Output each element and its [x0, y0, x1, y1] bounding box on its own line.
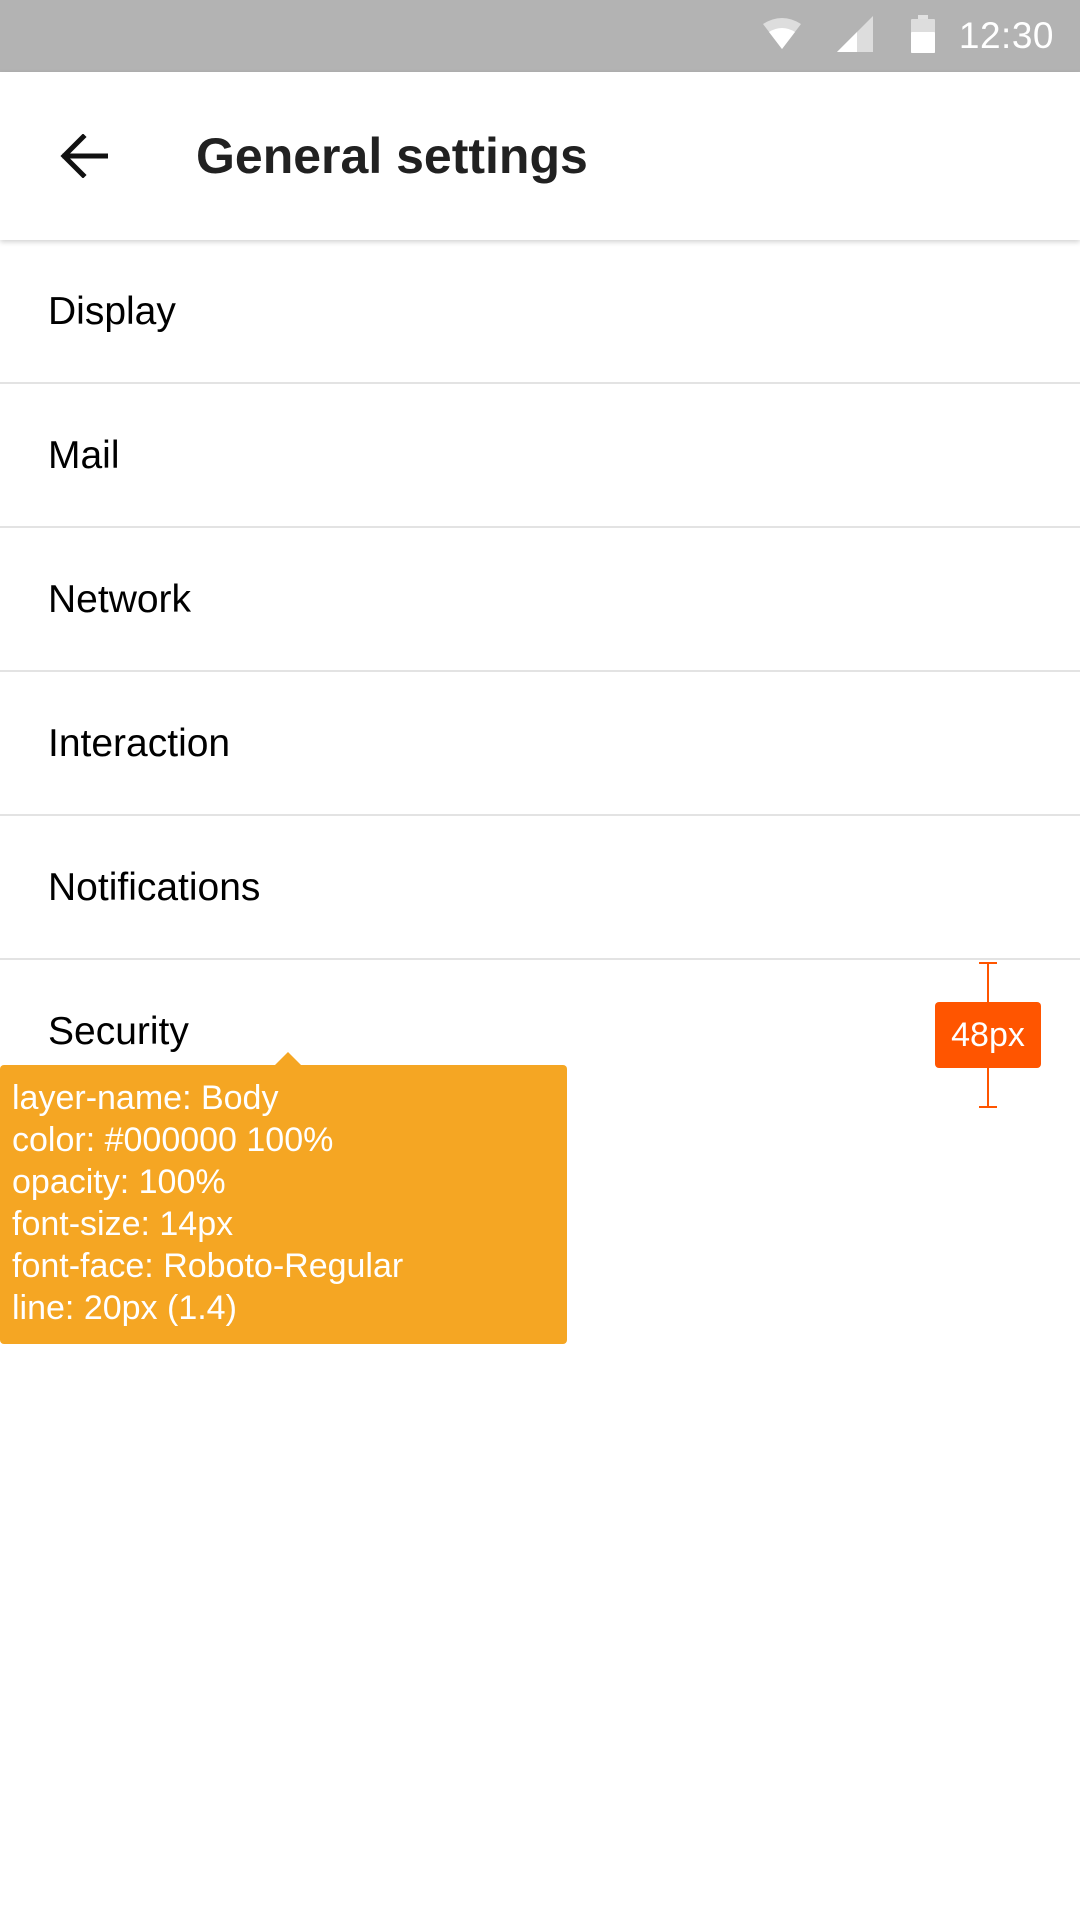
- settings-item-interaction[interactable]: Interaction: [0, 672, 1080, 816]
- settings-item-label: Interaction: [48, 722, 231, 765]
- page-title: General settings: [196, 128, 588, 184]
- measure-badge: 48px: [935, 1002, 1041, 1068]
- spec-line-font-size: font-size: 14px: [12, 1205, 234, 1243]
- spec-tooltip: layer-name: Body color: #000000 100% opa…: [0, 1065, 567, 1344]
- spec-line-color: color: #000000 100%: [12, 1121, 334, 1159]
- settings-item-notifications[interactable]: Notifications: [0, 816, 1080, 960]
- spec-line-font-face: font-face: Roboto-Regular: [12, 1247, 404, 1285]
- status-icons: 12:30: [762, 0, 1054, 72]
- measure-cap-bottom: [979, 1106, 997, 1108]
- settings-list: Display Mail Network Interaction Notific…: [0, 240, 1080, 1104]
- signal-icon: [836, 15, 873, 57]
- arrow-left-icon: [60, 134, 108, 178]
- settings-item-label: Network: [48, 578, 192, 621]
- settings-item-network[interactable]: Network: [0, 528, 1080, 672]
- status-bar: 12:30: [0, 0, 1080, 72]
- spec-line-layer-name: layer-name: Body: [12, 1079, 279, 1117]
- settings-item-display[interactable]: Display: [0, 240, 1080, 384]
- wifi-icon: [762, 17, 801, 55]
- status-time: 12:30: [958, 15, 1054, 56]
- settings-item-label: Notifications: [48, 866, 261, 909]
- settings-item-label: Display: [48, 290, 176, 333]
- spec-line-line-height: line: 20px (1.4): [12, 1289, 237, 1327]
- back-button[interactable]: [44, 116, 124, 196]
- settings-item-label: Mail: [48, 434, 120, 477]
- settings-item-mail[interactable]: Mail: [0, 384, 1080, 528]
- app-bar: General settings: [0, 72, 1080, 240]
- spec-line-opacity: opacity: 100%: [12, 1163, 226, 1201]
- height-measurement: 48px: [935, 962, 1041, 1108]
- tooltip-arrow: [274, 1052, 302, 1066]
- battery-icon: [910, 14, 935, 58]
